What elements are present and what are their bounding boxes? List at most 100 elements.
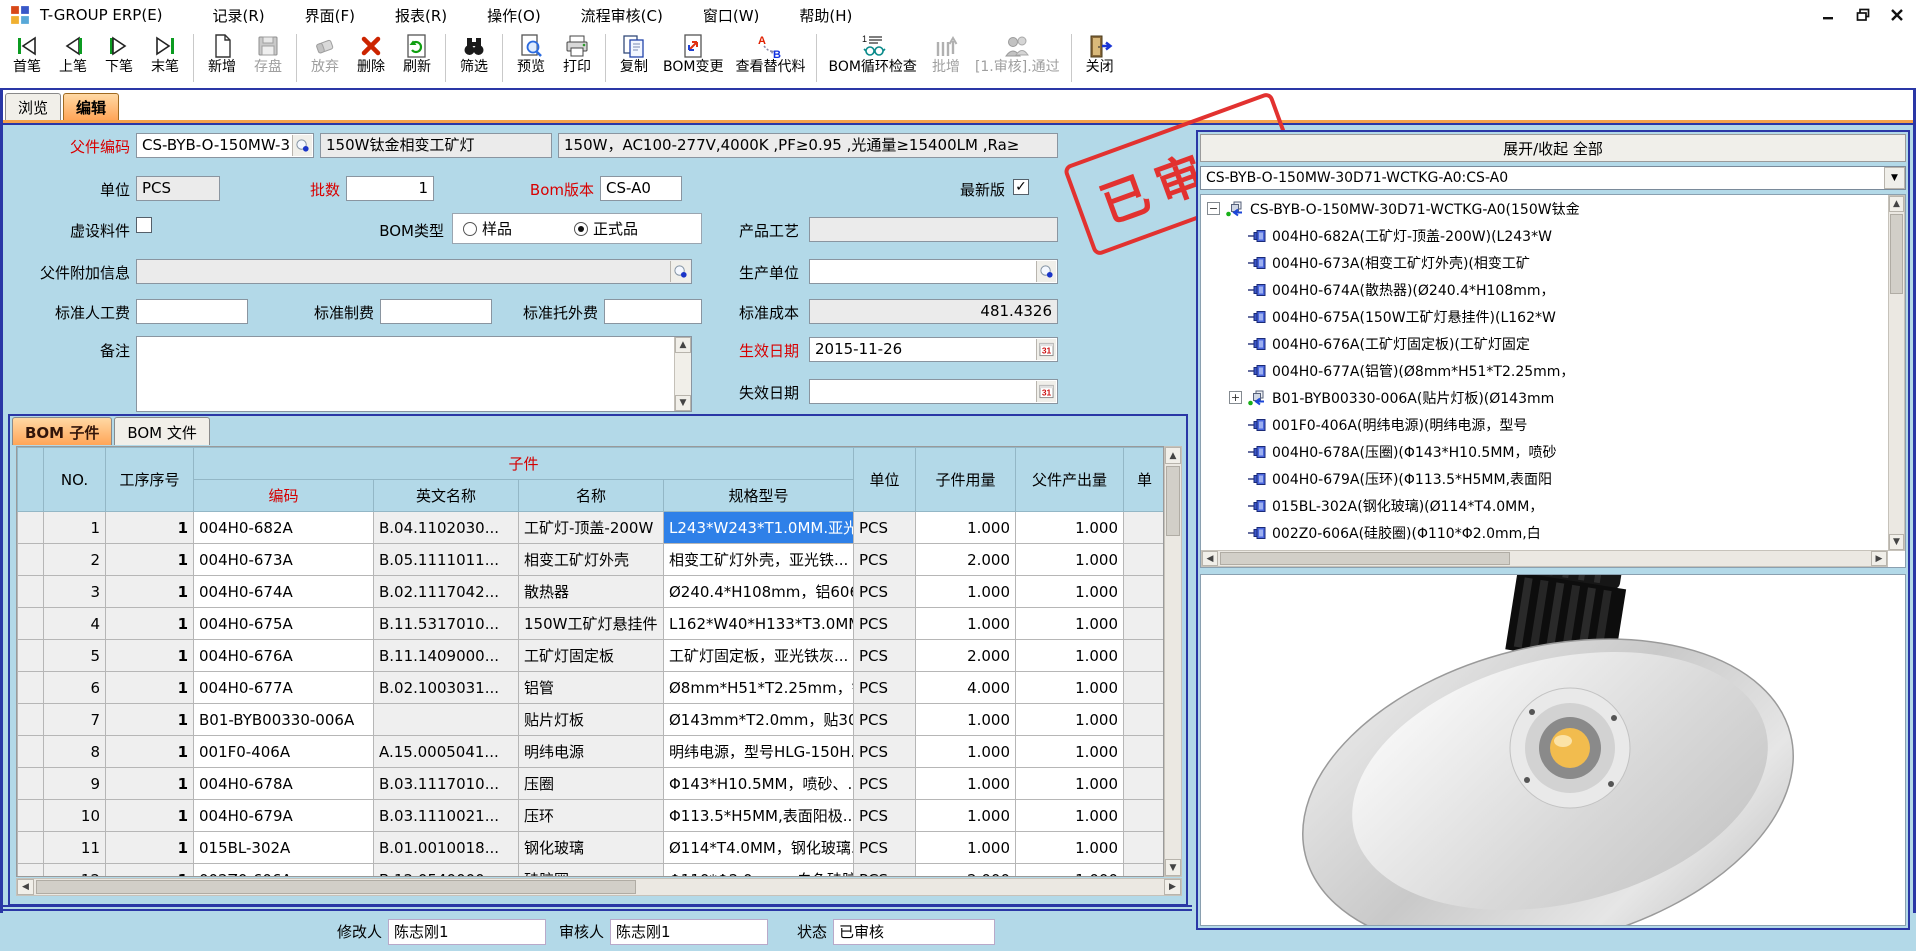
table-cell[interactable]: 1.000 xyxy=(916,512,1016,544)
table-cell[interactable]: 1.000 xyxy=(1016,608,1124,640)
std-make-field[interactable] xyxy=(380,299,492,324)
table-cell[interactable]: 明纬电源 xyxy=(519,736,664,768)
scroll-down-icon[interactable]: ▼ xyxy=(675,395,691,411)
table-hscrollbar[interactable]: ◀ ▶ xyxy=(16,878,1182,896)
table-cell[interactable]: 1 xyxy=(106,640,194,672)
tree-node[interactable]: 004H0-673A(相变工矿灯外壳)(相变工矿 xyxy=(1201,249,1889,276)
table-cell[interactable]: 150W工矿灯悬挂件 xyxy=(519,608,664,640)
tree-node[interactable]: 004H0-678A(压圈)(Φ143*H10.5MM，喷砂 xyxy=(1201,438,1889,465)
table-cell[interactable]: 钢化玻璃 xyxy=(519,832,664,864)
table-cell[interactable] xyxy=(18,640,44,672)
table-cell[interactable]: PCS xyxy=(854,544,916,576)
table-cell[interactable]: 工矿灯固定板 xyxy=(519,640,664,672)
table-cell[interactable]: 硅胶圈 xyxy=(519,864,664,878)
table-cell[interactable]: 1.000 xyxy=(1016,832,1124,864)
table-cell[interactable]: 1.000 xyxy=(916,704,1016,736)
table-cell[interactable] xyxy=(1124,576,1164,608)
table-cell[interactable]: 1 xyxy=(106,832,194,864)
menu-item[interactable]: 操作(O) xyxy=(467,5,561,26)
table-cell[interactable]: 散热器 xyxy=(519,576,664,608)
latest-checkbox[interactable] xyxy=(1013,179,1029,195)
table-cell[interactable]: 1.000 xyxy=(1016,576,1124,608)
table-cell[interactable] xyxy=(374,704,519,736)
table-cell[interactable]: 1 xyxy=(106,544,194,576)
menu-item[interactable]: 窗口(W) xyxy=(683,5,780,26)
tree-node[interactable]: 001F0-406A(明纬电源)(明纬电源，型号 xyxy=(1201,411,1889,438)
table-cell[interactable]: 004H0-682A xyxy=(194,512,374,544)
toolbar-button-delete[interactable]: 删除 xyxy=(348,32,394,76)
table-cell[interactable]: 1.000 xyxy=(1016,544,1124,576)
parent-code-search-icon[interactable] xyxy=(292,135,312,156)
parent-code-field[interactable]: CS-BYB-O-150MW-3 xyxy=(136,133,314,158)
table-cell[interactable]: PCS xyxy=(854,864,916,878)
toolbar-button-close-door[interactable]: 关闭 xyxy=(1077,32,1123,76)
scroll-right-icon[interactable]: ▶ xyxy=(1871,551,1887,566)
table-cell[interactable]: 6 xyxy=(44,672,106,704)
hscroll-thumb[interactable] xyxy=(36,880,636,894)
hscroll-thumb[interactable] xyxy=(1220,552,1510,565)
tree-node[interactable]: 004H0-675A(150W工矿灯悬挂件)(L162*W xyxy=(1201,303,1889,330)
table-cell[interactable]: 1 xyxy=(106,864,194,878)
table-cell[interactable]: 工矿灯固定板，亚光铁灰... xyxy=(664,640,854,672)
collapse-icon[interactable]: − xyxy=(1207,202,1220,215)
toolbar-button-substitute[interactable]: AB查看替代料 xyxy=(729,32,811,76)
table-cell[interactable] xyxy=(18,544,44,576)
scroll-left-icon[interactable]: ◀ xyxy=(1202,551,1218,566)
scroll-down-icon[interactable]: ▼ xyxy=(1889,534,1904,550)
table-cell[interactable]: 004H0-676A xyxy=(194,640,374,672)
table-cell[interactable]: Ø114*T4.0MM，钢化玻璃... xyxy=(664,832,854,864)
calendar-icon[interactable]: 31 xyxy=(1036,339,1056,360)
menu-item[interactable]: 报表(R) xyxy=(375,5,467,26)
table-cell[interactable]: Φ110*Φ2.0mm，白色硅胶... xyxy=(664,864,854,878)
table-cell[interactable] xyxy=(18,576,44,608)
table-cell[interactable]: B.03.1117010... xyxy=(374,768,519,800)
scroll-left-icon[interactable]: ◀ xyxy=(17,879,34,895)
tree-node[interactable]: 002Z0-606A(硅胶圈)(Φ110*Φ2.0mm,白 xyxy=(1201,519,1889,546)
table-cell[interactable]: PCS xyxy=(854,704,916,736)
table-cell[interactable]: 1.000 xyxy=(1016,768,1124,800)
table-cell[interactable] xyxy=(1124,864,1164,878)
table-cell[interactable] xyxy=(18,864,44,878)
table-cell[interactable]: 1 xyxy=(106,608,194,640)
restore-button[interactable] xyxy=(1854,6,1872,24)
table-cell[interactable]: 1 xyxy=(106,704,194,736)
tree-node[interactable]: −CS-BYB-O-150MW-30D71-WCTKG-A0(150W钛金 xyxy=(1201,195,1889,222)
table-cell[interactable]: 1.000 xyxy=(1016,640,1124,672)
table-cell[interactable] xyxy=(1124,736,1164,768)
table-cell[interactable]: 2.000 xyxy=(916,640,1016,672)
toolbar-button-filter[interactable]: 筛选 xyxy=(451,32,497,76)
table-cell[interactable]: 2.000 xyxy=(916,864,1016,878)
table-cell[interactable] xyxy=(18,768,44,800)
table-cell[interactable]: 1 xyxy=(106,736,194,768)
table-cell[interactable]: L162*W40*H133*T3.0MM,... xyxy=(664,608,854,640)
table-cell[interactable]: B.11.1409000... xyxy=(374,640,519,672)
table-cell[interactable]: 1.000 xyxy=(916,800,1016,832)
table-cell[interactable]: B.02.1003031... xyxy=(374,672,519,704)
table-cell[interactable]: Ø8mm*H51*T2.25mm，铝6... xyxy=(664,672,854,704)
scroll-right-icon[interactable]: ▶ xyxy=(1164,879,1181,895)
table-cell[interactable]: 1.000 xyxy=(916,608,1016,640)
vscroll-thumb[interactable] xyxy=(1166,466,1180,536)
table-cell[interactable]: 1 xyxy=(106,768,194,800)
table-cell[interactable]: 1 xyxy=(106,800,194,832)
table-cell[interactable]: PCS xyxy=(854,608,916,640)
table-cell[interactable]: 11 xyxy=(44,832,106,864)
table-cell[interactable]: 1.000 xyxy=(916,576,1016,608)
table-cell[interactable] xyxy=(18,736,44,768)
table-cell[interactable]: L243*W243*T1.0MM.亚光... xyxy=(664,512,854,544)
table-cell[interactable]: 1 xyxy=(106,672,194,704)
table-cell[interactable]: Φ143*H10.5MM，喷砂、... xyxy=(664,768,854,800)
batch-field[interactable]: 1 xyxy=(346,176,434,201)
tree-node[interactable]: 004H0-674A(散热器)(Ø240.4*H108mm， xyxy=(1201,276,1889,303)
table-cell[interactable]: 1 xyxy=(106,576,194,608)
tab-bom-files[interactable]: BOM 文件 xyxy=(114,417,210,445)
table-cell[interactable]: B.05.1111011... xyxy=(374,544,519,576)
table-cell[interactable]: 3 xyxy=(44,576,106,608)
table-cell[interactable]: 明纬电源，型号HLG-150H... xyxy=(664,736,854,768)
tab-browse[interactable]: 浏览 xyxy=(5,93,61,120)
bom-type-option-sample[interactable]: 样品 xyxy=(463,218,512,239)
table-cell[interactable]: 工矿灯-顶盖-200W xyxy=(519,512,664,544)
table-cell[interactable]: PCS xyxy=(854,832,916,864)
table-cell[interactable] xyxy=(1124,608,1164,640)
table-cell[interactable]: PCS xyxy=(854,736,916,768)
